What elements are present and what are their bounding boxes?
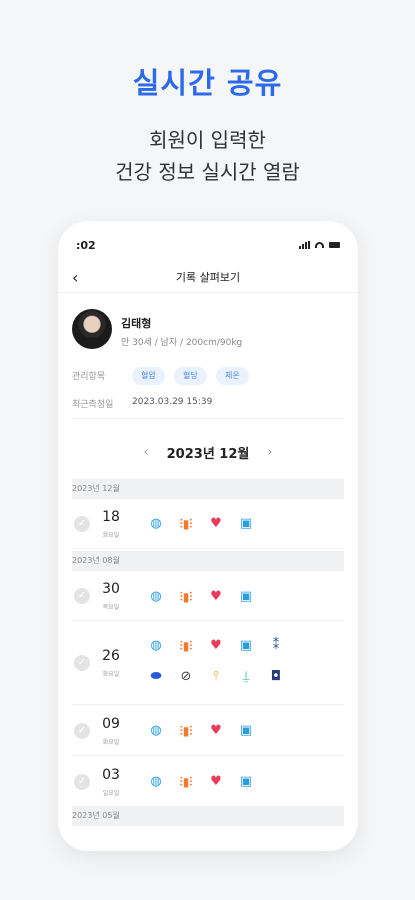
record-row[interactable]: ✓ 09 화요일 ◍ ⫶▮⫶ ♥ ▣ (72, 706, 344, 756)
scale-icon: ▣ (239, 589, 253, 604)
record-day: 26 (102, 648, 120, 664)
back-arrow-icon[interactable]: ‹ (72, 268, 78, 287)
record-icons: ◍ ⫶▮⫶ ♥ ▣ (148, 774, 254, 790)
scale-icon: ▣ (239, 516, 253, 531)
record-day: 18 (102, 509, 120, 525)
record-weekday: 일요일 (102, 790, 120, 797)
pill-icon: ⬬ (150, 669, 162, 684)
signal-icon (299, 241, 310, 249)
manage-items-label: 관리항목 (72, 372, 106, 382)
scale-icon: ▣ (239, 638, 253, 653)
record-row[interactable]: ✓ 03 일요일 ◍ ⫶▮⫶ ♥ ▣ (72, 757, 344, 807)
check-icon: ✓ (74, 516, 90, 532)
record-icons: ⬬ ⊘ ⫯ ⍊ ◘ (148, 669, 284, 685)
record-weekday: 화요일 (102, 532, 120, 539)
meal-icon: ◘ (270, 669, 282, 684)
record-day: 03 (102, 767, 120, 783)
water-icon: ◍ (150, 723, 162, 738)
record-icons: ◍ ⫶▮⫶ ♥ ▣ (148, 723, 254, 739)
dumbbell-icon: ⫶▮⫶ (179, 724, 193, 738)
status-bar: :02 (58, 221, 358, 261)
last-measured-label: 최근측정일 (72, 400, 114, 410)
section-header: 2023년 05월 (72, 806, 344, 826)
section-header: 2023년 08월 (72, 551, 344, 571)
prev-month-icon[interactable]: ‹ (143, 445, 148, 460)
dumbbell-icon: ⫶▮⫶ (179, 517, 193, 531)
check-icon: ✓ (74, 774, 90, 790)
check-icon: ✓ (74, 588, 90, 604)
check-icon: ✓ (74, 655, 90, 671)
record-icons: ◍ ⫶▮⫶ ♥ ▣ ⁑ (148, 638, 284, 654)
heart-icon: ♥ (210, 723, 222, 738)
nav-bar: ‹ 기록 살펴보기 (58, 261, 358, 293)
record-day: 30 (102, 581, 120, 597)
tag-temperature: 체온 (216, 367, 249, 385)
hero-title: 실시간 공유 (132, 66, 283, 100)
water-icon: ◍ (150, 589, 162, 604)
dumbbell-icon: ⫶▮⫶ (179, 775, 193, 789)
record-icons: ◍ ⫶▮⫶ ♥ ▣ (148, 589, 254, 605)
water-icon: ◍ (150, 774, 162, 789)
avatar (72, 309, 112, 349)
nav-title: 기록 살펴보기 (175, 270, 241, 284)
section-header-label: 2023년 05월 (72, 811, 120, 820)
record-weekday: 화요일 (102, 739, 120, 746)
record-row[interactable]: ✓ 30 목요일 ◍ ⫶▮⫶ ♥ ▣ (72, 571, 344, 621)
wifi-icon (315, 242, 324, 248)
battery-icon (329, 242, 340, 248)
heart-icon: ♥ (210, 516, 222, 531)
scale-icon: ▣ (239, 723, 253, 738)
member-name: 김태형 (121, 317, 152, 330)
record-row[interactable]: ✓ 26 화요일 ◍ ⫶▮⫶ ♥ ▣ ⁑ ⬬ ⊘ ⫯ ⍊ ◘ (72, 622, 344, 705)
dumbbell-icon: ⫶▮⫶ (179, 639, 193, 653)
record-icons: ◍ ⫶▮⫶ ♥ ▣ (148, 516, 254, 532)
last-measured-value: 2023.03.29 15:39 (132, 397, 213, 407)
section-header-label: 2023년 12월 (72, 484, 120, 493)
record-day: 09 (102, 716, 120, 732)
dumbbell-icon: ⫶▮⫶ (179, 590, 193, 604)
next-month-icon[interactable]: › (267, 445, 272, 460)
record-weekday: 화요일 (102, 671, 120, 678)
thermometer-icon: ⫯ (213, 669, 219, 684)
heart-icon: ♥ (210, 774, 222, 789)
record-weekday: 목요일 (102, 604, 120, 611)
tag-blood-pressure: 혈압 (132, 367, 165, 385)
hero-subtitle-line-1: 회원이 입력한 (149, 128, 266, 152)
member-info: 만 30세 / 남자 / 200cm/90kg (121, 338, 243, 348)
status-icons (299, 241, 340, 249)
status-time: :02 (76, 238, 96, 252)
footsteps-icon: ⁑ (272, 638, 280, 653)
tag-blood-sugar: 혈당 (174, 367, 207, 385)
record-row[interactable]: ✓ 18 화요일 ◍ ⫶▮⫶ ♥ ▣ (72, 499, 344, 549)
scale-icon: ▣ (239, 774, 253, 789)
month-label: 2023년 12월 (166, 447, 250, 462)
water-icon: ◍ (150, 638, 162, 653)
bottle-icon: ⍊ (242, 669, 250, 684)
heart-icon: ♥ (210, 638, 222, 653)
section-header: 2023년 12월 (72, 479, 344, 499)
hero-subtitle-line-2: 건강 정보 실시간 열람 (115, 160, 300, 184)
heart-icon: ♥ (210, 589, 222, 604)
phone-mockup: :02 ‹ 기록 살펴보기 김태형 만 30세 / 남자 / 200cm/90k… (58, 221, 358, 851)
section-header-label: 2023년 08월 (72, 556, 120, 565)
cigarette-icon: ⊘ (180, 669, 192, 684)
hero-subtitle: 회원이 입력한 건강 정보 실시간 열람 (0, 124, 415, 188)
divider (72, 418, 344, 419)
check-icon: ✓ (74, 723, 90, 739)
water-icon: ◍ (150, 516, 162, 531)
month-navigator: ‹ 2023년 12월 › (58, 443, 358, 462)
